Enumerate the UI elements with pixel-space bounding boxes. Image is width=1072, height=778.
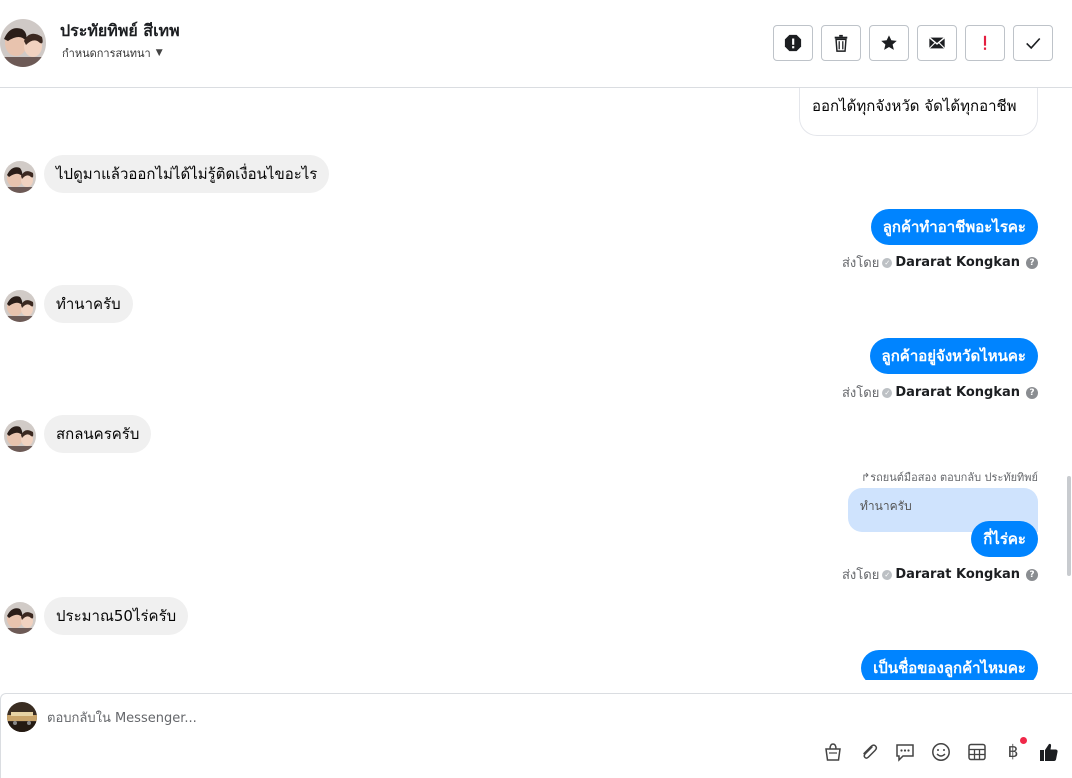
done-check-icon bbox=[1026, 37, 1041, 50]
mark-unread-button[interactable] bbox=[917, 25, 957, 61]
help-icon[interactable]: ? bbox=[1026, 386, 1038, 399]
message-bubble-incoming[interactable]: ประมาณ50ไร่ครับ bbox=[44, 597, 189, 635]
contact-avatar-small bbox=[4, 290, 36, 322]
sent-check-icon: ✓ bbox=[882, 387, 893, 398]
star-button[interactable] bbox=[869, 25, 909, 61]
sent-by-agent: Dararat Kongkan bbox=[895, 385, 1020, 400]
message-bubble-outgoing[interactable]: กี่ไร่คะ bbox=[971, 521, 1038, 557]
mark-spam-button[interactable] bbox=[773, 25, 813, 61]
contact-avatar-small bbox=[4, 161, 36, 193]
thread-scrollbar[interactable] bbox=[1067, 476, 1071, 576]
emoji-icon bbox=[932, 743, 950, 761]
message-bubble-incoming[interactable]: ไปดูมาแล้วออกไม่ได้ไม่รู้ติดเงื่อนไขอะไร bbox=[44, 155, 330, 193]
contact-avatar-small bbox=[4, 420, 36, 452]
reply-composer: ฿ bbox=[0, 693, 1072, 778]
help-icon[interactable]: ? bbox=[1026, 256, 1038, 269]
caret-down-icon: ▼ bbox=[155, 48, 163, 58]
composer-toolbar: ฿ bbox=[822, 737, 1060, 763]
mark-done-button[interactable] bbox=[1013, 25, 1053, 61]
shop-button[interactable] bbox=[822, 741, 844, 763]
sent-by-agent: Dararat Kongkan bbox=[895, 255, 1020, 270]
sent-check-icon: ✓ bbox=[882, 569, 893, 580]
delete-icon bbox=[834, 34, 848, 52]
conversation-header: ประทัยทิพย์ สีเทพ กำหนดการสนทนา ▼ bbox=[0, 0, 1072, 88]
unread-mail-icon bbox=[928, 37, 946, 49]
conversation-settings-label: กำหนดการสนทนา bbox=[62, 47, 151, 60]
message-bubble-incoming[interactable]: ทำนาครับ bbox=[44, 285, 133, 323]
delete-button[interactable] bbox=[821, 25, 861, 61]
page-avatar bbox=[7, 702, 37, 732]
baht-payment-icon: ฿ bbox=[1007, 742, 1019, 762]
contact-name: ประทัยทิพย์ สีเทพ bbox=[60, 21, 180, 40]
sent-by-prefix: ส่งโดย bbox=[841, 386, 880, 401]
mark-important-button[interactable] bbox=[965, 25, 1005, 61]
sent-by-prefix: ส่งโดย bbox=[841, 568, 880, 583]
sent-check-icon: ✓ bbox=[882, 257, 893, 268]
important-icon bbox=[983, 35, 987, 50]
message-bubble-outgoing[interactable]: ลูกค้าทำอาชีพอะไรคะ bbox=[870, 209, 1038, 245]
shop-bag-icon bbox=[825, 743, 841, 761]
conversation-actions bbox=[773, 25, 1053, 61]
notification-dot bbox=[1020, 737, 1027, 744]
table-icon bbox=[968, 743, 986, 761]
sent-by-agent: Dararat Kongkan bbox=[895, 567, 1020, 582]
sent-by-info: ส่งโดย ✓ Dararat Kongkan ? bbox=[842, 252, 1038, 273]
emoji-button[interactable] bbox=[930, 741, 952, 763]
conversation-settings-dropdown[interactable]: กำหนดการสนทนา ▼ bbox=[62, 44, 163, 62]
sent-by-info: ส่งโดย ✓ Dararat Kongkan ? bbox=[842, 382, 1038, 403]
like-icon bbox=[1040, 743, 1058, 761]
message-bubble-outgoing[interactable]: ลูกค้าอยู่จังหวัดไหนคะ bbox=[869, 338, 1038, 374]
star-icon bbox=[881, 35, 897, 50]
like-button[interactable] bbox=[1038, 741, 1060, 763]
messenger-inbox: ประทัยทิพย์ สีเทพ กำหนดการสนทนา ▼ ออกได้… bbox=[0, 0, 1072, 778]
reply-input[interactable] bbox=[47, 706, 647, 730]
reply-label: รถยนต์มือสอง ตอบกลับ ประทัยทิพย์ bbox=[870, 471, 1038, 484]
mark-spam-icon bbox=[784, 34, 802, 52]
payment-button[interactable]: ฿ bbox=[1002, 737, 1027, 763]
table-button[interactable] bbox=[966, 741, 988, 763]
attachment-icon bbox=[863, 744, 878, 759]
attach-button[interactable] bbox=[858, 741, 880, 763]
message-thread[interactable]: ออกได้ทุกจังหวัด จัดได้ทุกอาชีพ ไปดูมาแล… bbox=[0, 88, 1072, 680]
message-bubble-incoming[interactable]: สกลนครครับ bbox=[44, 415, 152, 453]
contact-avatar[interactable] bbox=[0, 19, 46, 67]
sent-by-prefix: ส่งโดย bbox=[841, 256, 880, 271]
message-bubble-outgoing[interactable]: ออกได้ทุกจังหวัด จัดได้ทุกอาชีพ bbox=[799, 88, 1038, 136]
saved-replies-icon bbox=[896, 744, 914, 762]
sent-by-info: ส่งโดย ✓ Dararat Kongkan ? bbox=[842, 564, 1038, 585]
reply-context: ↱รถยนต์มือสอง ตอบกลับ ประทัยทิพย์ bbox=[861, 468, 1038, 486]
message-bubble-outgoing[interactable]: เป็นชื่อของลูกค้าไหมคะ bbox=[861, 650, 1038, 680]
saved-replies-button[interactable] bbox=[894, 741, 916, 763]
help-icon[interactable]: ? bbox=[1026, 568, 1038, 581]
reply-arrow-icon: ↱ bbox=[861, 471, 871, 484]
contact-avatar-small bbox=[4, 602, 36, 634]
